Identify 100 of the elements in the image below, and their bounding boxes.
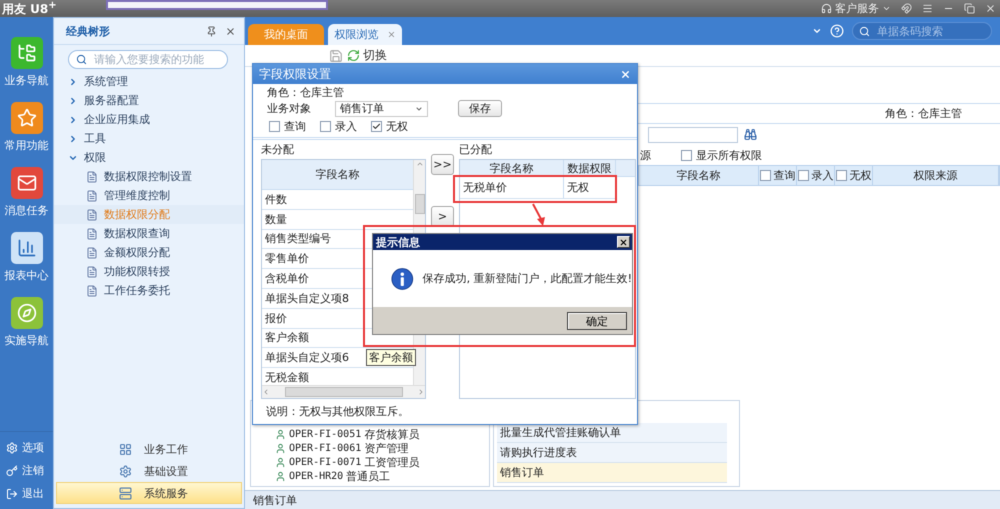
checkbox[interactable] — [371, 120, 382, 132]
module-button[interactable]: 业务工作 — [56, 438, 242, 460]
chevron-right-icon[interactable] — [68, 134, 78, 144]
save-icon[interactable] — [329, 48, 343, 62]
table-cell[interactable]: 报价 — [265, 310, 287, 326]
document-icon — [86, 284, 98, 296]
table-cell[interactable]: 无权 — [567, 180, 589, 195]
tree-item[interactable]: 管理维度控制 — [104, 188, 170, 203]
nav-item[interactable]: 消息任务 — [4, 203, 48, 218]
checkbox[interactable] — [760, 170, 770, 181]
move-button[interactable]: >> — [431, 154, 454, 175]
nav-link[interactable]: 注销 — [22, 463, 44, 478]
user-name[interactable]: 资产管理 — [364, 440, 408, 456]
list-item[interactable]: 请购执行进度表 — [497, 443, 727, 463]
table-cell[interactable]: 单据头自定义项6 — [265, 350, 349, 366]
tab[interactable]: 权限浏览 — [328, 24, 402, 45]
save-button[interactable]: 保存 — [458, 100, 502, 117]
caret-icon[interactable] — [812, 26, 822, 36]
info-icon — [391, 266, 414, 292]
table-cell[interactable]: 件数 — [265, 192, 287, 207]
checkbox[interactable] — [836, 170, 846, 181]
table-cell[interactable]: 无税单价 — [463, 180, 507, 195]
close-icon[interactable] — [620, 68, 631, 80]
checkbox[interactable] — [269, 120, 280, 132]
user-code[interactable]: OPER-FI-0071 — [289, 456, 362, 468]
restore-icon[interactable] — [964, 3, 975, 14]
move-button[interactable]: > — [431, 206, 454, 227]
close-icon[interactable] — [386, 30, 396, 39]
column-header: 数据权限 — [568, 160, 612, 176]
table-cell[interactable]: 销售类型编号 — [265, 231, 331, 246]
table-cell[interactable]: 含税单价 — [265, 271, 309, 286]
table-cell[interactable]: 数量 — [265, 212, 287, 227]
user-code[interactable]: OPER-FI-0051 — [289, 428, 362, 440]
list-item[interactable]: 销售订单 — [497, 463, 727, 483]
close-button[interactable] — [617, 236, 630, 248]
checkbox[interactable] — [681, 150, 692, 160]
scrollbar[interactable] — [262, 385, 425, 398]
table-cell[interactable]: 零售单价 — [265, 251, 309, 266]
arrow-drawing — [530, 202, 548, 227]
user-name[interactable]: 普通员工 — [346, 468, 390, 484]
pin-icon[interactable] — [206, 26, 217, 36]
binoculars-icon[interactable] — [744, 128, 757, 141]
checkbox[interactable] — [320, 120, 331, 132]
scroll-thumb[interactable] — [284, 387, 402, 397]
tree-item[interactable]: 金额权限分配 — [104, 245, 170, 260]
magnet-icon[interactable] — [901, 3, 912, 14]
document-icon — [86, 228, 98, 240]
tree-item[interactable]: 数据权限查询 — [104, 226, 170, 241]
nav-item[interactable]: 常用功能 — [4, 138, 48, 153]
document-icon — [86, 170, 98, 182]
section-title: 已分配 — [459, 142, 493, 157]
toolbar-button[interactable]: 切换 — [347, 47, 387, 64]
table-cell[interactable]: 客户余额 — [265, 330, 309, 346]
customer-service-menu[interactable]: 客户服务 — [821, 1, 891, 16]
menu-icon[interactable] — [922, 3, 933, 14]
scroll-thumb[interactable] — [414, 194, 424, 214]
tree-item[interactable]: 数据权限控制设置 — [104, 169, 192, 184]
scroll-up-icon[interactable] — [416, 160, 424, 168]
list-item[interactable]: 批量生成代管挂账确认单 — [497, 423, 727, 443]
tree-item[interactable]: 系统管理 — [84, 74, 128, 89]
search-field[interactable]: 请输入您要搜索的功能 — [68, 50, 228, 69]
tree-item[interactable]: 功能权限转授 — [104, 264, 170, 279]
key-icon[interactable] — [6, 464, 18, 476]
search-field[interactable]: 单据条码搜索 — [852, 22, 992, 40]
column-header: 录入 — [812, 168, 834, 183]
user-code[interactable]: OPER-HR20 — [289, 470, 344, 482]
nav-link[interactable]: 退出 — [22, 486, 44, 501]
tree-item[interactable]: 企业应用集成 — [84, 112, 150, 127]
module-button[interactable]: 系统服务 — [56, 482, 242, 504]
filter-field[interactable] — [648, 126, 738, 142]
user-code[interactable]: OPER-FI-0061 — [289, 442, 362, 454]
object-select[interactable]: 销售订单 — [335, 100, 428, 116]
user-name[interactable]: 存货核算员 — [364, 426, 420, 442]
close-icon[interactable] — [985, 3, 996, 14]
nav-item[interactable]: 业务导航 — [4, 73, 48, 88]
tree-item[interactable]: 工作任务委托 — [104, 283, 170, 298]
scroll-left-icon[interactable] — [262, 388, 270, 396]
tree-item[interactable]: 权限 — [84, 150, 106, 165]
section-title: 未分配 — [261, 142, 295, 157]
nav-link[interactable]: 选项 — [22, 440, 44, 455]
nav-item[interactable]: 报表中心 — [4, 268, 48, 283]
help-icon[interactable] — [830, 24, 844, 38]
checkbox[interactable] — [798, 170, 808, 181]
chevron-right-icon[interactable] — [68, 114, 78, 124]
chevron-right-icon[interactable] — [68, 76, 78, 86]
gear-icon[interactable] — [6, 442, 18, 454]
chevron-right-icon[interactable] — [68, 96, 78, 106]
exit-icon[interactable] — [6, 488, 18, 500]
close-icon[interactable] — [225, 26, 236, 36]
tree-item[interactable]: 工具 — [84, 131, 106, 146]
column-label: 源 — [640, 148, 651, 162]
table-cell[interactable]: 无税金额 — [265, 370, 309, 386]
nav-item[interactable]: 实施导航 — [4, 333, 48, 348]
scroll-right-icon[interactable] — [417, 388, 425, 396]
search-input[interactable]: 单据条码搜索 — [875, 24, 985, 38]
table-cell[interactable]: 单据头自定义项8 — [265, 290, 349, 306]
ok-button[interactable]: 确定 — [567, 312, 627, 330]
module-button[interactable]: 基础设置 — [56, 460, 242, 482]
tree-item[interactable]: 服务器配置 — [84, 93, 139, 108]
user-name[interactable]: 工资管理员 — [364, 454, 420, 470]
